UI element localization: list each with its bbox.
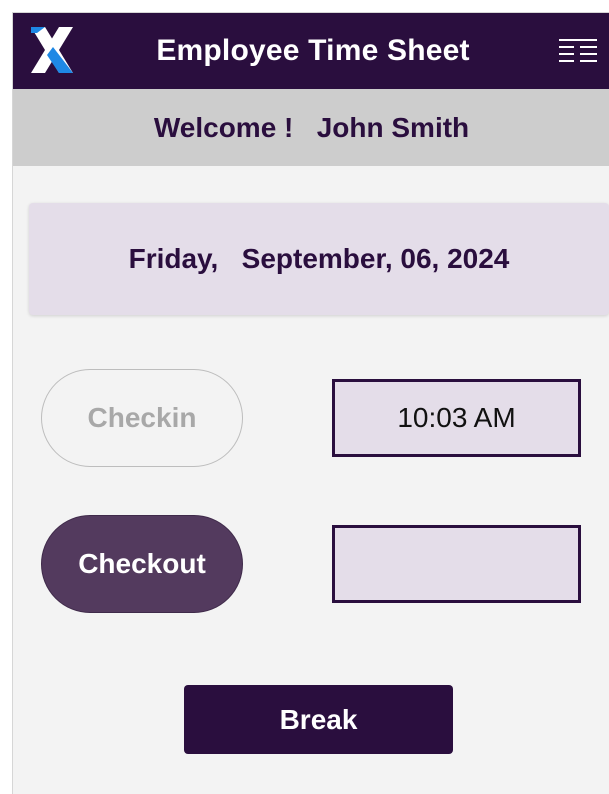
break-button[interactable]: Break bbox=[184, 685, 453, 754]
app-title: Employee Time Sheet bbox=[156, 34, 470, 67]
app-header: Employee Time Sheet bbox=[13, 13, 609, 89]
app-screen: Employee Time Sheet Welcome ! John Smith… bbox=[12, 12, 609, 794]
checkout-time-field bbox=[332, 525, 581, 603]
x-logo-icon bbox=[31, 27, 73, 73]
menu-icon[interactable] bbox=[558, 37, 598, 65]
checkin-button[interactable]: Checkin bbox=[41, 369, 243, 467]
checkout-button[interactable]: Checkout bbox=[41, 515, 243, 613]
checkin-time-field: 10:03 AM bbox=[332, 379, 581, 457]
welcome-message: Welcome ! John Smith bbox=[13, 89, 609, 166]
current-date: Friday, September, 06, 2024 bbox=[29, 203, 609, 315]
